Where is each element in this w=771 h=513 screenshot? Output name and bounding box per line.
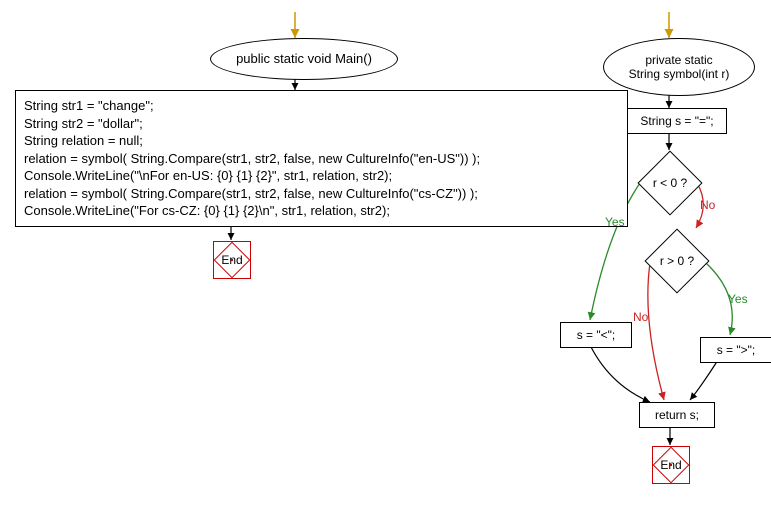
init-box: String s = "=";	[627, 108, 727, 134]
assign-lt-box: s = "<";	[560, 322, 632, 348]
main-oval-label: public static void Main()	[236, 51, 372, 67]
assign-gt-label: s = ">";	[717, 342, 756, 358]
code-line: String relation = null;	[24, 132, 619, 150]
return-box: return s;	[639, 402, 715, 428]
flowchart-canvas: public static void Main() String str1 = …	[0, 0, 771, 513]
main-end: End	[213, 241, 251, 279]
symbol-oval-label: private static String symbol(int r)	[629, 53, 730, 82]
code-line: relation = symbol( String.Compare(str1, …	[24, 185, 619, 203]
edge-no-1: No	[700, 198, 715, 212]
assign-gt-box: s = ">";	[700, 337, 771, 363]
symbol-oval: private static String symbol(int r)	[603, 38, 755, 96]
main-body-box: String str1 = "change";String str2 = "do…	[15, 90, 628, 227]
decision-r-lt-0-label: r < 0 ?	[648, 161, 692, 205]
code-line: Console.WriteLine("For cs-CZ: {0} {1} {2…	[24, 202, 619, 220]
symbol-end-label: End	[660, 458, 681, 472]
edge-yes-1: Yes	[605, 215, 625, 229]
init-label: String s = "=";	[640, 113, 713, 129]
main-oval: public static void Main()	[210, 38, 398, 80]
code-line: String str1 = "change";	[24, 97, 619, 115]
decision-r-lt-0: r < 0 ?	[637, 150, 702, 215]
return-label: return s;	[655, 407, 699, 423]
assign-lt-label: s = "<";	[577, 327, 616, 343]
decision-r-gt-0: r > 0 ?	[644, 228, 709, 293]
main-end-label: End	[221, 253, 242, 267]
edge-yes-2: Yes	[728, 292, 748, 306]
decision-r-gt-0-label: r > 0 ?	[655, 239, 699, 283]
code-line: relation = symbol( String.Compare(str1, …	[24, 150, 619, 168]
code-line: String str2 = "dollar";	[24, 115, 619, 133]
edge-no-2: No	[633, 310, 648, 324]
code-line: Console.WriteLine("\nFor en-US: {0} {1} …	[24, 167, 619, 185]
symbol-end: End	[652, 446, 690, 484]
